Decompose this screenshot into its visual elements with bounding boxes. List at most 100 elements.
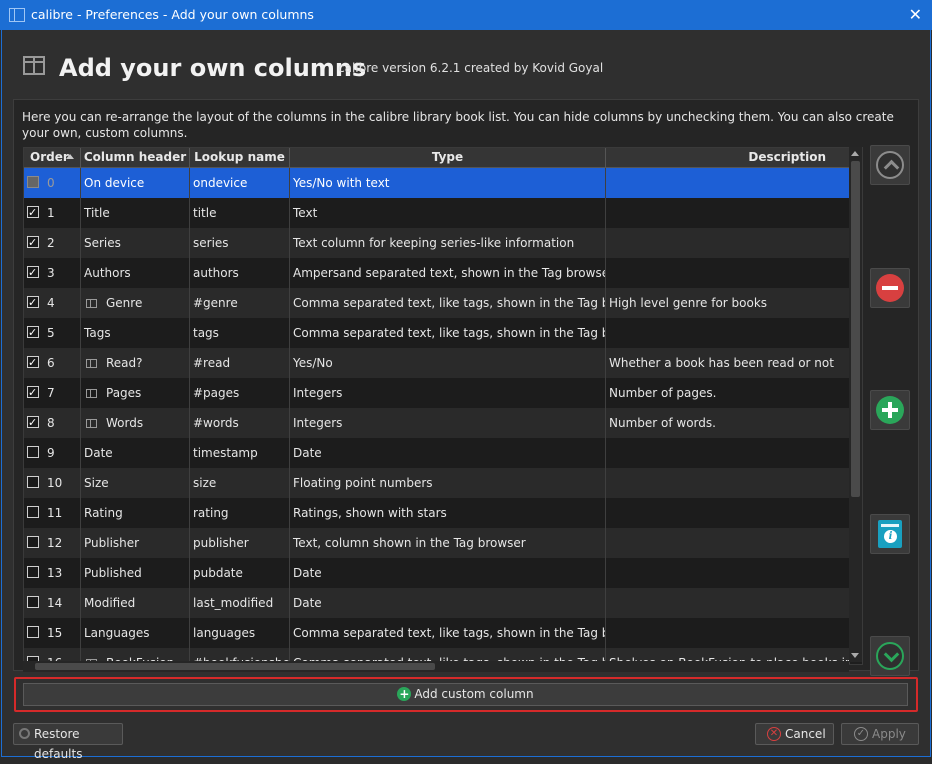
chevron-up-icon — [876, 151, 904, 179]
scroll-down-icon[interactable] — [851, 653, 859, 658]
visibility-checkbox[interactable] — [27, 566, 39, 578]
move-down-button[interactable] — [870, 636, 910, 676]
column-header-cell: Words — [81, 408, 190, 438]
type-cell: Date — [290, 558, 606, 588]
scrollbar-thumb[interactable] — [851, 161, 860, 497]
table-row[interactable]: 4 Genre #genreComma separated text, like t… — [24, 288, 850, 318]
table-row[interactable]: 12 Publisher publisher Text, column shown i… — [24, 528, 850, 558]
description-cell — [606, 318, 850, 348]
column-header-description[interactable]: Description — [606, 148, 854, 167]
column-header-cell: Tags — [81, 318, 190, 348]
add-custom-column-button[interactable]: + Add custom column — [23, 683, 908, 706]
add-column-button[interactable] — [870, 390, 910, 430]
horizontal-scrollbar[interactable] — [23, 661, 849, 672]
visibility-checkbox[interactable] — [27, 408, 39, 438]
order-number: 7 — [47, 386, 55, 400]
table-row[interactable]: 2 Series seriesText column for keeping ser… — [24, 228, 850, 258]
horizontal-scrollbar-thumb[interactable] — [35, 663, 435, 670]
type-cell: Integers — [290, 378, 606, 408]
table-row[interactable]: 13 Published pubdate Date — [24, 558, 850, 588]
description-cell — [606, 228, 850, 258]
column-header-cell: Publisher — [81, 528, 190, 558]
lookup-cell: rating — [190, 498, 290, 528]
order-number: 12 — [47, 536, 63, 550]
vertical-scrollbar[interactable] — [849, 147, 862, 662]
type-cell: Comma separated text, like tags, shown i… — [290, 618, 606, 648]
visibility-checkbox[interactable] — [27, 536, 39, 548]
add-custom-column-label: Add custom column — [414, 687, 534, 701]
visibility-checkbox[interactable] — [27, 476, 39, 488]
table-row[interactable]: 6 Read? #readYes/NoWhether a book has been… — [24, 348, 850, 378]
order-cell: 14 — [24, 588, 81, 618]
close-icon[interactable]: ✕ — [909, 5, 922, 24]
type-cell: Date — [290, 588, 606, 618]
table-row[interactable]: 14 Modified last_modified Date — [24, 588, 850, 618]
table-row[interactable]: 7 Pages #pagesIntegersNumber of pages. — [24, 378, 850, 408]
lookup-cell: timestamp — [190, 438, 290, 468]
custom-column-icon — [86, 389, 97, 398]
apply-button[interactable]: ✓ Apply — [841, 723, 919, 745]
column-header-order[interactable]: Order — [24, 148, 81, 167]
table-row[interactable]: 0 On device ondevice Yes/No with text — [24, 168, 850, 198]
move-up-button[interactable] — [870, 145, 910, 185]
column-header-cell: Title — [81, 198, 190, 228]
visibility-checkbox[interactable] — [27, 258, 39, 288]
table-row[interactable]: 9 Date timestamp Date — [24, 438, 850, 468]
type-cell: Comma separated text, like tags, shown i… — [290, 288, 606, 318]
type-cell: Date — [290, 438, 606, 468]
cancel-button[interactable]: ✕ Cancel — [755, 723, 834, 745]
lookup-cell: #read — [190, 348, 290, 378]
column-header-cell: Languages — [81, 618, 190, 648]
visibility-checkbox[interactable] — [27, 596, 39, 608]
type-cell: Yes/No — [290, 348, 606, 378]
description-cell — [606, 168, 850, 198]
column-header-cell: Rating — [81, 498, 190, 528]
table-row[interactable]: 10 Size size Floating point numbers — [24, 468, 850, 498]
column-header-cell: Published — [81, 558, 190, 588]
restore-defaults-button[interactable]: Restore defaults — [13, 723, 123, 761]
column-header-lookup[interactable]: Lookup name — [190, 148, 290, 167]
visibility-checkbox[interactable] — [27, 446, 39, 458]
column-header-cell: Read? — [81, 348, 190, 378]
custom-column-icon — [86, 419, 97, 428]
table-row[interactable]: 3 Authors authorsAmpersand separated text,… — [24, 258, 850, 288]
order-number: 5 — [47, 326, 55, 340]
column-header-type[interactable]: Type — [290, 148, 606, 167]
remove-column-button[interactable] — [870, 268, 910, 308]
table-header: Order Column header Lookup name Type Des… — [24, 148, 854, 168]
column-header-cell: Pages — [81, 378, 190, 408]
visibility-checkbox[interactable] — [27, 176, 39, 188]
visibility-checkbox[interactable] — [27, 626, 39, 638]
table-row[interactable]: 15 Languages languages Comma separated text… — [24, 618, 850, 648]
description-cell — [606, 198, 850, 228]
page-title: Add your own columns — [59, 54, 367, 82]
sort-ascending-icon — [66, 154, 74, 159]
order-number: 15 — [47, 626, 63, 640]
column-header-cell: Date — [81, 438, 190, 468]
visibility-checkbox[interactable] — [27, 318, 39, 348]
visibility-checkbox[interactable] — [27, 288, 39, 318]
table-row[interactable]: 1 Title titleText — [24, 198, 850, 228]
visibility-checkbox[interactable] — [27, 506, 39, 518]
table-row[interactable]: 5 Tags tagsComma separated text, like tags… — [24, 318, 850, 348]
scroll-up-icon[interactable] — [851, 151, 859, 156]
column-header-text: Date — [84, 446, 113, 460]
table-row[interactable]: 11 Rating rating Ratings, shown with stars — [24, 498, 850, 528]
column-header-text: Read? — [106, 356, 143, 370]
order-number: 4 — [47, 296, 55, 310]
column-header-text: Pages — [106, 386, 142, 400]
visibility-checkbox[interactable] — [27, 378, 39, 408]
column-header-header[interactable]: Column header — [81, 148, 190, 167]
add-icon: + — [397, 686, 412, 701]
column-header-text: Modified — [84, 596, 136, 610]
lookup-cell: size — [190, 468, 290, 498]
column-info-button[interactable]: i — [870, 514, 910, 554]
order-cell: 4 — [24, 288, 81, 318]
visibility-checkbox[interactable] — [27, 228, 39, 258]
visibility-checkbox[interactable] — [27, 198, 39, 228]
restore-defaults-label: Restore defaults — [34, 727, 83, 761]
column-header-text: On device — [84, 176, 145, 190]
visibility-checkbox[interactable] — [27, 348, 39, 378]
minus-icon — [876, 274, 904, 302]
table-row[interactable]: 8 Words #wordsIntegersNumber of words. — [24, 408, 850, 438]
